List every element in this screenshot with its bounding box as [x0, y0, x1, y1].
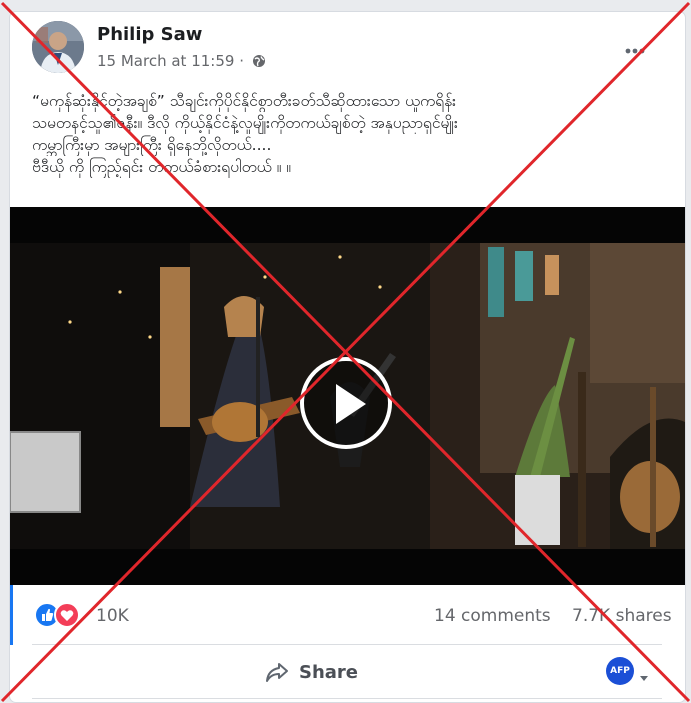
post-text-line: သမတနင့်သူ၏ဇနီး။ ဒီလို ကိုယ့်နိုင်ငံနဲ့လူ… — [32, 114, 458, 132]
post-meta: 15 March at 11:59 · — [97, 52, 266, 72]
author-name[interactable]: Philip Saw — [97, 24, 202, 45]
video-player[interactable] — [10, 207, 685, 585]
reactions-count[interactable]: 10K — [96, 606, 129, 626]
meta-separator: · — [234, 52, 249, 70]
avatar-image — [32, 21, 84, 73]
chevron-down-icon[interactable] — [639, 668, 649, 687]
stats-accent-bar — [10, 585, 13, 645]
post-text-line: “မကုန်ဆုံးနိုင်တဲ့အချစ်” သီချင်းကိုပိုင်… — [32, 92, 457, 110]
post-text: “မကုန်ဆုံးနိုင်တဲ့အချစ်” သီချင်းကိုပိုင်… — [32, 90, 662, 178]
post-card: Philip Saw 15 March at 11:59 · “မကုန်ဆုံ… — [10, 12, 685, 702]
share-button[interactable]: Share — [265, 657, 365, 687]
divider — [32, 644, 662, 645]
reaction-icons[interactable] — [34, 602, 88, 628]
play-icon — [336, 384, 366, 424]
avatar[interactable] — [32, 21, 84, 73]
share-label: Share — [299, 661, 359, 683]
page-avatar-badge[interactable]: AFP — [606, 657, 634, 685]
post-text-line: ဗီဒီယို ကို ကြည့်ရင်း တကယ်ခံစားရပါတယ် ။ … — [32, 158, 291, 176]
globe-icon — [252, 54, 266, 72]
play-button[interactable] — [300, 357, 392, 449]
comments-count[interactable]: 14 comments — [434, 606, 551, 626]
post-timestamp[interactable]: 15 March at 11:59 — [97, 52, 234, 70]
shares-count[interactable]: 7.7K shares — [572, 606, 672, 626]
more-options-icon[interactable] — [624, 42, 646, 54]
post-text-line: ကမ္ဘာကြီးမှာ အများကြီး ရှိနေဘို့လိုတယ်..… — [32, 136, 272, 154]
divider — [32, 698, 662, 699]
share-icon — [266, 663, 288, 682]
